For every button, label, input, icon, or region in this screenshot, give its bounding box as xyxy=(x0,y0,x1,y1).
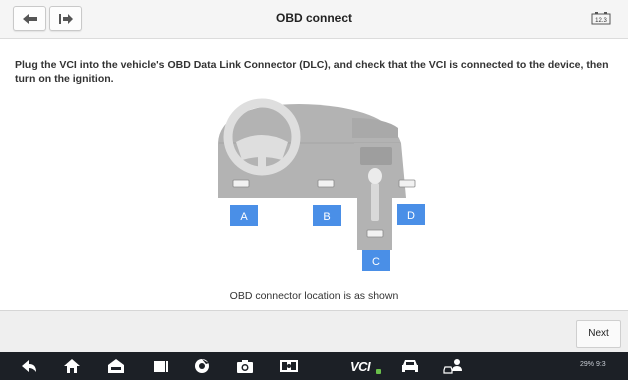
vci-icon[interactable]: VCI xyxy=(350,359,371,374)
screen-record-icon[interactable] xyxy=(279,358,299,374)
browser-icon[interactable] xyxy=(193,358,211,374)
obd-port-c xyxy=(366,229,384,238)
diagram-caption: OBD connector location is as shown xyxy=(229,290,399,302)
car-home-icon[interactable] xyxy=(107,358,125,374)
next-button[interactable]: Next xyxy=(576,320,621,348)
label-d: D xyxy=(407,210,415,222)
gear-shifter xyxy=(371,183,379,221)
dashboard-vent xyxy=(352,118,398,138)
status-indicators: 29% 9:3 xyxy=(580,361,606,368)
label-c: C xyxy=(372,256,380,268)
car-icon[interactable] xyxy=(400,358,420,374)
back-icon[interactable] xyxy=(20,358,38,374)
label-a: A xyxy=(240,211,248,223)
recent-apps-icon[interactable] xyxy=(152,358,170,374)
home-icon[interactable] xyxy=(63,358,81,374)
vci-status-dot xyxy=(376,369,381,374)
steering-spoke xyxy=(258,150,266,170)
obd-port-b xyxy=(317,179,335,188)
gear-knob xyxy=(368,168,382,184)
footer-bar: Next xyxy=(0,310,628,352)
camera-icon[interactable] xyxy=(236,358,254,374)
user-vehicle-icon[interactable] xyxy=(442,358,464,374)
label-b: B xyxy=(323,211,330,223)
obd-port-d xyxy=(398,179,416,188)
obd-port-a xyxy=(232,179,250,188)
console-panel xyxy=(360,147,392,165)
system-navigation-bar: VCI 29% 9:3 xyxy=(0,352,628,380)
obd-location-diagram: A B C D xyxy=(218,98,425,271)
